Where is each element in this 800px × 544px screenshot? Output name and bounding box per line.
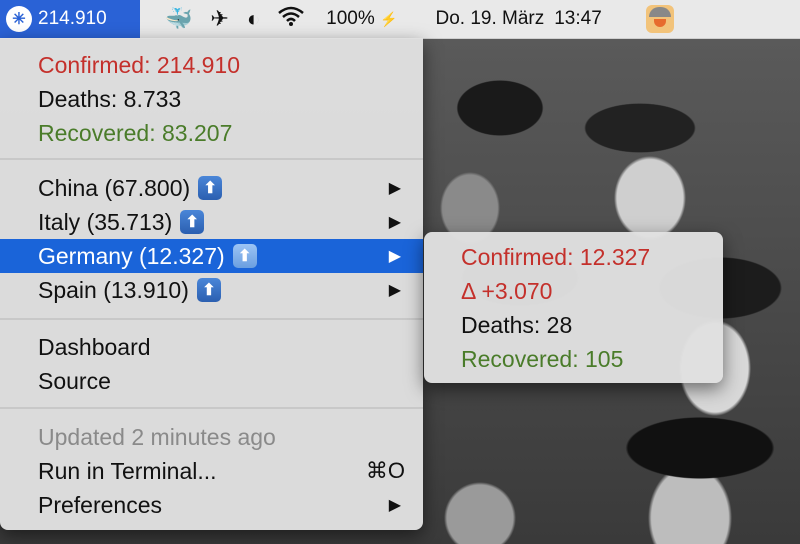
updated-status-text: Updated 2 minutes ago <box>38 423 276 450</box>
battery-status[interactable]: 100% ⚡ <box>326 8 397 30</box>
run-in-terminal-menu-item[interactable]: Run in Terminal... ⌘O <box>0 454 423 488</box>
submenu-arrow-icon: ▶ <box>388 248 401 265</box>
country-item-germany[interactable]: Germany (12.327) ⬆ ▶ <box>0 239 423 273</box>
up-arrow-icon: ⬆ <box>232 244 257 268</box>
confirmed-total-label: 214.910 <box>38 8 107 29</box>
summary-deaths: Deaths: 8.733 <box>38 85 182 112</box>
keyboard-shortcut: ⌘O <box>365 458 405 483</box>
paper-plane-icon[interactable]: ✈ <box>210 6 228 32</box>
country-item-spain[interactable]: Spain (13.910) ⬆ ▶ <box>0 273 423 307</box>
wifi-icon[interactable] <box>278 6 304 32</box>
germany-recovered: Recovered: 105 <box>461 345 624 372</box>
half-circle-icon[interactable]: ◐ <box>247 6 260 32</box>
up-arrow-icon: ⬆ <box>198 176 223 200</box>
covid-tracker-icon: ✳ <box>6 6 32 32</box>
germany-submenu: Confirmed: 12.327 Δ +3.070 Deaths: 28 Re… <box>424 232 723 383</box>
submenu-arrow-icon: ▶ <box>388 214 401 231</box>
country-item-italy[interactable]: Italy (35.713) ⬆ ▶ <box>0 205 423 239</box>
menu-separator <box>0 158 423 160</box>
dashboard-menu-item[interactable]: Dashboard <box>0 330 423 364</box>
summary-recovered: Recovered: 83.207 <box>38 119 233 146</box>
submenu-arrow-icon: ▶ <box>388 282 401 299</box>
up-arrow-icon: ⬆ <box>180 210 205 234</box>
germany-confirmed: Confirmed: 12.327 <box>461 243 651 270</box>
source-menu-item[interactable]: Source <box>0 364 423 398</box>
menubar-date[interactable]: Do. 19. März <box>435 8 544 30</box>
menu-bar: ✳ 214.910 🐳 ✈ ◐ 100% ⚡ Do. 19. März 13:4… <box>0 0 800 39</box>
docker-icon[interactable]: 🐳 <box>165 6 192 32</box>
submenu-arrow-icon: ▶ <box>388 497 401 514</box>
covid-dropdown-menu: Confirmed: 214.910 Deaths: 8.733 Recover… <box>0 38 423 530</box>
menubar-time[interactable]: 13:47 <box>554 8 602 30</box>
covid-status-item[interactable]: ✳ 214.910 <box>0 0 140 38</box>
summary-confirmed: Confirmed: 214.910 <box>38 51 241 78</box>
menu-separator <box>0 318 423 320</box>
up-arrow-icon: ⬆ <box>196 278 221 302</box>
germany-deaths: Deaths: 28 <box>461 311 573 338</box>
battery-charging-icon: ⚡ <box>380 11 398 27</box>
menu-separator <box>0 407 423 409</box>
germany-delta: Δ +3.070 <box>461 277 553 304</box>
preferences-menu-item[interactable]: Preferences ▶ <box>0 488 423 522</box>
submenu-arrow-icon: ▶ <box>388 180 401 197</box>
viking-avatar-icon[interactable] <box>645 5 674 33</box>
country-item-china[interactable]: China (67.800) ⬆ ▶ <box>0 171 423 205</box>
